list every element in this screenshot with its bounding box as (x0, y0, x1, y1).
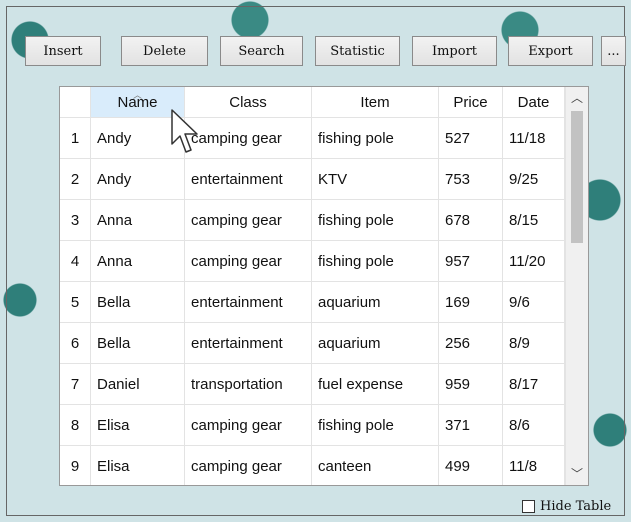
table-row[interactable]: 4 Anna camping gear fishing pole 957 11/20 (60, 240, 565, 282)
mouse-pointer-icon (171, 109, 198, 153)
table-row[interactable]: 6 Bella entertainment aquarium 256 8/9 (60, 322, 565, 364)
cell-price[interactable]: 256 (438, 322, 503, 364)
column-header-date[interactable]: Date (502, 87, 565, 118)
cell-name[interactable]: Anna (90, 240, 185, 282)
cell-class[interactable]: camping gear (184, 404, 312, 446)
chevron-up-icon[interactable]: ︿ (566, 87, 588, 109)
table-row[interactable]: 9 Elisa camping gear canteen 499 11/8 (60, 445, 565, 485)
header-row: ︿ Name Class Item Price Date (60, 87, 565, 118)
scroll-thumb[interactable] (571, 111, 583, 243)
cell-price[interactable]: 527 (438, 117, 503, 159)
cell-price[interactable]: 753 (438, 158, 503, 200)
delete-button[interactable]: Delete (121, 36, 208, 66)
search-button[interactable]: Search (220, 36, 303, 66)
chevron-down-icon[interactable]: ﹀ (566, 463, 588, 485)
table-row[interactable]: 7 Daniel transportation fuel expense 959 8/17 (60, 363, 565, 405)
cell-name[interactable]: Daniel (90, 363, 185, 405)
row-number[interactable]: 6 (60, 322, 91, 364)
row-number[interactable]: 5 (60, 281, 91, 323)
column-header-item[interactable]: Item (311, 87, 439, 118)
cell-item[interactable]: fishing pole (311, 240, 439, 282)
cell-class[interactable]: camping gear (184, 240, 312, 282)
vertical-scrollbar[interactable]: ︿ ﹀ (565, 87, 588, 485)
cell-name[interactable]: Elisa (90, 404, 185, 446)
table-body: 1 Andy camping gear fishing pole 527 11/18 2 An… (60, 117, 565, 485)
cell-price[interactable]: 499 (438, 445, 503, 485)
more-button[interactable]: ... (601, 36, 626, 66)
row-number[interactable]: 3 (60, 199, 91, 241)
sort-ascending-icon: ︿ (132, 90, 143, 100)
table-row[interactable]: 5 Bella entertainment aquarium 169 9/6 (60, 281, 565, 323)
cell-name[interactable]: Andy (90, 158, 185, 200)
row-number[interactable]: 1 (60, 117, 91, 159)
row-number[interactable]: 7 (60, 363, 91, 405)
cell-date[interactable]: 9/25 (502, 158, 565, 200)
table-row[interactable]: 3 Anna camping gear fishing pole 678 8/15 (60, 199, 565, 241)
cell-price[interactable]: 169 (438, 281, 503, 323)
cell-class[interactable]: transportation (184, 363, 312, 405)
cell-name[interactable]: Bella (90, 281, 185, 323)
cell-item[interactable]: fishing pole (311, 404, 439, 446)
column-header-price[interactable]: Price (438, 87, 503, 118)
data-grid[interactable]: ︿ Name Class Item Price Date 1 Andy campin… (59, 86, 589, 486)
statistic-button[interactable]: Statistic (315, 36, 400, 66)
insert-button[interactable]: Insert (25, 36, 101, 66)
export-button[interactable]: Export (508, 36, 593, 66)
cell-class[interactable]: entertainment (184, 158, 312, 200)
cell-price[interactable]: 959 (438, 363, 503, 405)
hide-table-checkbox[interactable] (522, 500, 535, 513)
cell-class[interactable]: entertainment (184, 322, 312, 364)
row-number[interactable]: 2 (60, 158, 91, 200)
cell-name[interactable]: Bella (90, 322, 185, 364)
cell-price[interactable]: 371 (438, 404, 503, 446)
cell-class[interactable]: camping gear (184, 117, 312, 159)
column-header-class[interactable]: Class (184, 87, 312, 118)
row-number[interactable]: 8 (60, 404, 91, 446)
cell-item[interactable]: KTV (311, 158, 439, 200)
cell-class[interactable]: camping gear (184, 199, 312, 241)
cell-price[interactable]: 678 (438, 199, 503, 241)
cell-item[interactable]: fishing pole (311, 199, 439, 241)
cell-date[interactable]: 8/6 (502, 404, 565, 446)
cell-class[interactable]: camping gear (184, 445, 312, 485)
cell-date[interactable]: 11/20 (502, 240, 565, 282)
row-number[interactable]: 9 (60, 445, 91, 485)
cell-date[interactable]: 11/8 (502, 445, 565, 485)
hide-table-label: Hide Table (540, 499, 612, 514)
table-row[interactable]: 2 Andy entertainment KTV 753 9/25 (60, 158, 565, 200)
cell-class[interactable]: entertainment (184, 281, 312, 323)
cell-date[interactable]: 8/17 (502, 363, 565, 405)
cell-item[interactable]: aquarium (311, 281, 439, 323)
table-row[interactable]: 1 Andy camping gear fishing pole 527 11/18 (60, 117, 565, 159)
cell-item[interactable]: aquarium (311, 322, 439, 364)
row-header-corner (60, 87, 91, 118)
cell-date[interactable]: 9/6 (502, 281, 565, 323)
cell-date[interactable]: 11/18 (502, 117, 565, 159)
row-number[interactable]: 4 (60, 240, 91, 282)
hide-table-toggle[interactable]: Hide Table (522, 499, 611, 514)
cell-date[interactable]: 8/9 (502, 322, 565, 364)
cell-name[interactable]: Anna (90, 199, 185, 241)
cell-price[interactable]: 957 (438, 240, 503, 282)
cell-item[interactable]: fishing pole (311, 117, 439, 159)
table-row[interactable]: 8 Elisa camping gear fishing pole 371 8/6 (60, 404, 565, 446)
cell-name[interactable]: Elisa (90, 445, 185, 485)
data-table: ︿ Name Class Item Price Date 1 Andy campin… (60, 87, 565, 485)
cell-item[interactable]: fuel expense (311, 363, 439, 405)
cell-date[interactable]: 8/15 (502, 199, 565, 241)
cell-item[interactable]: canteen (311, 445, 439, 485)
import-button[interactable]: Import (412, 36, 497, 66)
